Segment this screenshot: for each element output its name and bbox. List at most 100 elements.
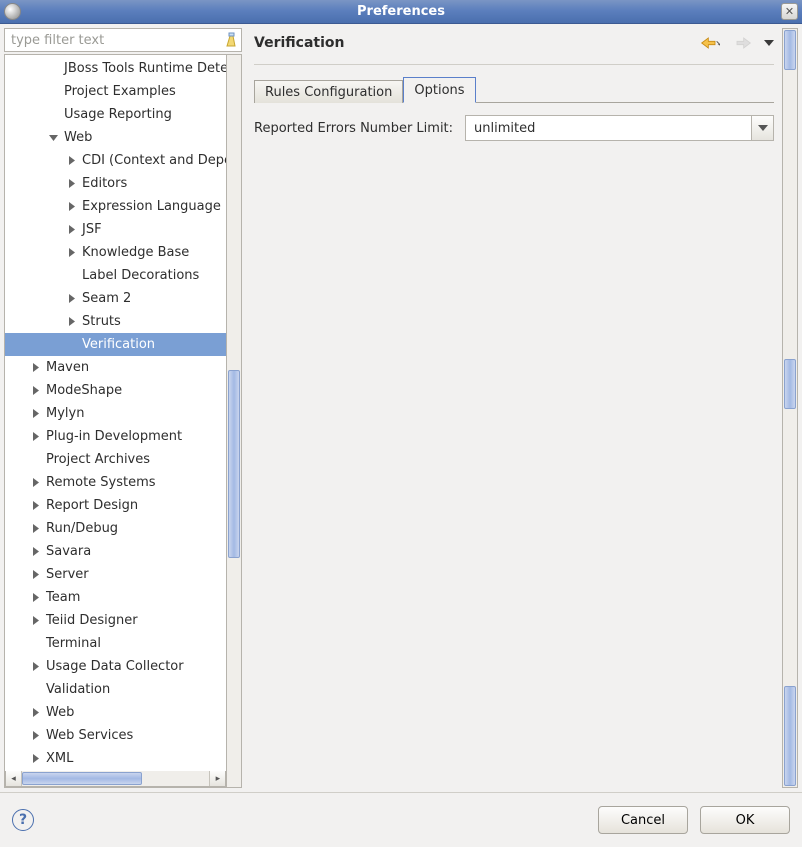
- tree-item-label: XML: [46, 751, 73, 766]
- tree-expand-icon[interactable]: [29, 522, 42, 535]
- tree-expand-icon[interactable]: [65, 315, 78, 328]
- filter-input[interactable]: [4, 28, 242, 52]
- tree-item-label: Web: [64, 130, 92, 145]
- tree-item[interactable]: Web Services: [5, 724, 226, 747]
- tree-expand-icon[interactable]: [65, 246, 78, 259]
- tree-item[interactable]: CDI (Context and Depend: [5, 149, 226, 172]
- tree-item-label: Usage Data Collector: [46, 659, 184, 674]
- content-vscroll-thumb-bottom[interactable]: [784, 686, 796, 786]
- tree-item-label: Web Services: [46, 728, 133, 743]
- chevron-down-icon: [758, 124, 768, 132]
- reported-errors-label: Reported Errors Number Limit:: [254, 121, 453, 136]
- tree-item-label: Struts: [82, 314, 121, 329]
- vscroll-thumb[interactable]: [228, 370, 240, 558]
- tree-expand-icon[interactable]: [65, 177, 78, 190]
- tree-item[interactable]: Project Archives: [5, 448, 226, 471]
- tree-expand-icon[interactable]: [29, 384, 42, 397]
- tree-expand-icon[interactable]: [29, 568, 42, 581]
- tree-item[interactable]: Team: [5, 586, 226, 609]
- tree-item[interactable]: Web: [5, 126, 226, 149]
- tab[interactable]: Options: [403, 77, 475, 103]
- tree-item[interactable]: Plug-in Development: [5, 425, 226, 448]
- arrow-right-icon: [732, 36, 752, 50]
- tree-item[interactable]: Editors: [5, 172, 226, 195]
- tree-item[interactable]: Label Decorations: [5, 264, 226, 287]
- tree-expand-icon[interactable]: [65, 154, 78, 167]
- ok-button[interactable]: OK: [700, 806, 790, 834]
- tree-item[interactable]: JSF: [5, 218, 226, 241]
- tree-expand-icon[interactable]: [29, 660, 42, 673]
- tree-item[interactable]: Maven: [5, 356, 226, 379]
- content-vscroll-thumb-mid[interactable]: [784, 359, 796, 409]
- tree-item-label: Validation: [46, 682, 110, 697]
- tree-expand-icon[interactable]: [65, 200, 78, 213]
- tree-expand-icon[interactable]: [29, 614, 42, 627]
- nav-forward-button[interactable]: [732, 34, 754, 52]
- tree-item[interactable]: Validation: [5, 678, 226, 701]
- tree-arrow-spacer: [47, 62, 60, 75]
- tab-label: Options: [414, 83, 464, 98]
- select-dropdown-button[interactable]: [751, 116, 773, 140]
- tree-expand-icon[interactable]: [29, 407, 42, 420]
- tree-item[interactable]: Verification: [5, 333, 226, 356]
- tree-expand-icon[interactable]: [29, 476, 42, 489]
- tab[interactable]: Rules Configuration: [254, 80, 403, 103]
- view-menu-button[interactable]: [764, 37, 774, 49]
- tree-item[interactable]: Expression Language: [5, 195, 226, 218]
- tree-item-label: Server: [46, 567, 89, 582]
- cancel-button[interactable]: Cancel: [598, 806, 688, 834]
- tree-item[interactable]: XML: [5, 747, 226, 770]
- tree-item-label: Teiid Designer: [46, 613, 138, 628]
- tree-item[interactable]: Teiid Designer: [5, 609, 226, 632]
- tree-expand-icon[interactable]: [65, 292, 78, 305]
- tree-item-label: Project Examples: [64, 84, 176, 99]
- tree-item[interactable]: Knowledge Base: [5, 241, 226, 264]
- close-icon: ✕: [785, 6, 794, 17]
- window-close-button[interactable]: ✕: [781, 3, 798, 20]
- tree-expand-icon[interactable]: [47, 131, 60, 144]
- tree-item-label: Plug-in Development: [46, 429, 182, 444]
- tree-expand-icon[interactable]: [29, 706, 42, 719]
- tree-expand-icon[interactable]: [29, 591, 42, 604]
- arrow-left-icon: [700, 36, 720, 50]
- tree-item[interactable]: Web: [5, 701, 226, 724]
- tree-item-label: JSF: [82, 222, 102, 237]
- tree-expand-icon[interactable]: [29, 430, 42, 443]
- tree-item[interactable]: Usage Data Collector: [5, 655, 226, 678]
- hscroll-track[interactable]: [22, 771, 209, 786]
- tree-item[interactable]: Seam 2: [5, 287, 226, 310]
- tree-item[interactable]: Mylyn: [5, 402, 226, 425]
- tree-expand-icon[interactable]: [29, 545, 42, 558]
- tree-item[interactable]: Run/Debug: [5, 517, 226, 540]
- hscroll-thumb[interactable]: [22, 772, 142, 785]
- tree-expand-icon[interactable]: [29, 499, 42, 512]
- tree-expand-icon[interactable]: [29, 752, 42, 765]
- tree-item-label: Terminal: [46, 636, 101, 651]
- scroll-right-button[interactable]: ▸: [209, 771, 225, 786]
- tree-item[interactable]: Struts: [5, 310, 226, 333]
- tree-item-label: Web: [46, 705, 74, 720]
- tree-expand-icon[interactable]: [29, 361, 42, 374]
- nav-back-button[interactable]: [700, 34, 722, 52]
- tree-item[interactable]: Server: [5, 563, 226, 586]
- preferences-tree[interactable]: JBoss Tools Runtime Detect Project Exampl…: [5, 55, 226, 770]
- content-vscroll-thumb-top[interactable]: [784, 30, 796, 70]
- reported-errors-select[interactable]: unlimited: [465, 115, 774, 141]
- vertical-scrollbar[interactable]: [227, 54, 242, 788]
- horizontal-scrollbar[interactable]: ◂ ▸: [5, 771, 226, 787]
- help-button[interactable]: ?: [12, 809, 34, 831]
- tree-item[interactable]: ModeShape: [5, 379, 226, 402]
- tree-item[interactable]: Project Examples: [5, 80, 226, 103]
- tree-expand-icon[interactable]: [65, 223, 78, 236]
- tree-item[interactable]: Usage Reporting: [5, 103, 226, 126]
- tree-item[interactable]: Remote Systems: [5, 471, 226, 494]
- tree-expand-icon[interactable]: [29, 729, 42, 742]
- tree-item[interactable]: JBoss Tools Runtime Detect: [5, 57, 226, 80]
- tree-item[interactable]: Report Design: [5, 494, 226, 517]
- scroll-left-button[interactable]: ◂: [6, 771, 22, 786]
- tree-item[interactable]: Savara: [5, 540, 226, 563]
- tree-item[interactable]: Terminal: [5, 632, 226, 655]
- tree-arrow-spacer: [29, 453, 42, 466]
- content-panel: Verification: [246, 28, 798, 788]
- content-vertical-scrollbar[interactable]: [782, 28, 798, 788]
